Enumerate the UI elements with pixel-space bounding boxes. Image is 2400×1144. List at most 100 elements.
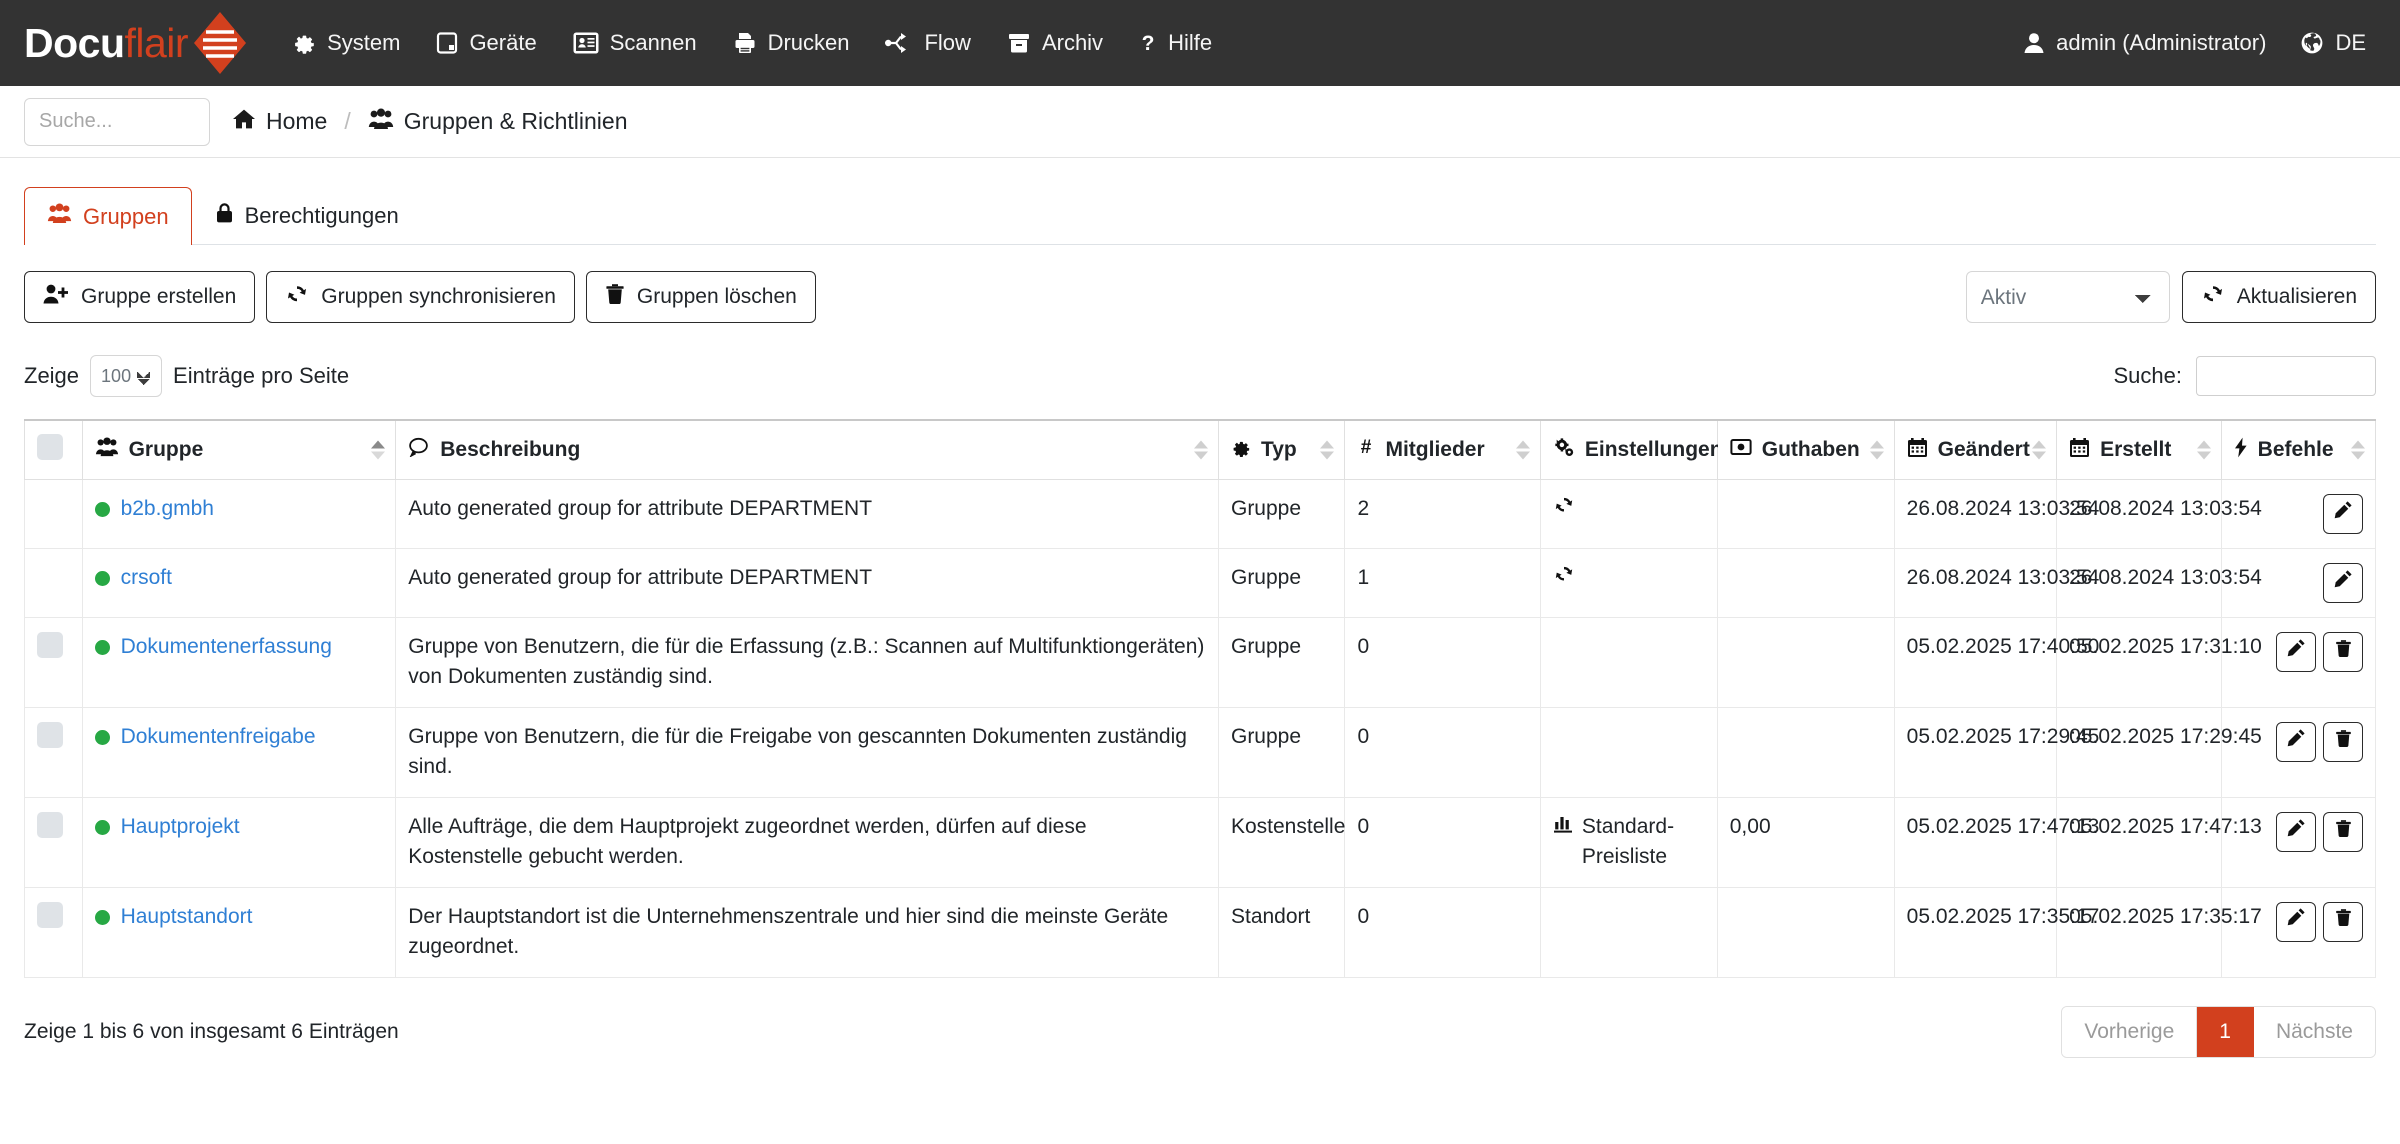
group-link[interactable]: Dokumentenerfassung [121, 635, 332, 658]
edit-row-button[interactable] [2276, 722, 2316, 762]
tab-gruppen[interactable]: Gruppen [24, 187, 192, 245]
edit-row-button[interactable] [2276, 902, 2316, 942]
row-select-cell[interactable] [25, 797, 83, 887]
page-length-select[interactable]: 100 [90, 355, 162, 397]
nav-item-geraete[interactable]: Geräte [436, 30, 536, 56]
row-checkbox[interactable] [37, 812, 63, 838]
globe-icon [2300, 31, 2324, 55]
delete-row-button[interactable] [2323, 812, 2363, 852]
breadcrumb-home[interactable]: Home [232, 108, 327, 136]
status-dot-active [95, 502, 110, 517]
row-checkbox[interactable] [37, 632, 63, 658]
edit-row-button[interactable] [2276, 812, 2316, 852]
group-link[interactable]: crsoft [121, 566, 172, 589]
status-dot-active [95, 910, 110, 925]
nav-item-hilfe[interactable]: ? Hilfe [1139, 30, 1212, 56]
column-gruppe[interactable]: Gruppe [82, 420, 396, 480]
row-select-cell[interactable] [25, 707, 83, 797]
table-filter: Suche: [2114, 356, 2377, 396]
sort-indicator[interactable] [1320, 441, 1334, 460]
group-link[interactable]: Hauptprojekt [121, 815, 240, 838]
delete-groups-button[interactable]: Gruppen löschen [586, 271, 816, 323]
column-geaendert[interactable]: Geändert [1894, 420, 2056, 480]
delete-row-button[interactable] [2323, 632, 2363, 672]
filter-label: Suche: [2114, 363, 2183, 389]
table-row: DokumentenfreigabeGruppe von Benutzern, … [25, 707, 2376, 797]
user-plus-icon [43, 283, 69, 311]
brand-logo[interactable]: Docuflair [24, 10, 248, 76]
row-commands-cell [2221, 797, 2375, 887]
table-filter-input[interactable] [2196, 356, 2376, 396]
sort-indicator[interactable] [2032, 441, 2046, 460]
row-balance-cell [1717, 887, 1894, 977]
row-members-cell: 2 [1345, 480, 1540, 549]
length-prefix-label: Zeige [24, 363, 79, 389]
column-mitglieder[interactable]: # Mitglieder [1345, 420, 1540, 480]
row-checkbox[interactable] [37, 722, 63, 748]
breadcrumb-current[interactable]: Gruppen & Richtlinien [368, 108, 628, 136]
create-group-button[interactable]: Gruppe erstellen [24, 271, 255, 323]
row-select-cell[interactable] [25, 887, 83, 977]
pagination-next[interactable]: Nächste [2254, 1007, 2375, 1057]
sort-indicator[interactable] [1516, 441, 1530, 460]
row-created-cell: 26.08.2024 13:03:54 [2057, 480, 2222, 549]
nav-item-flow[interactable]: Flow [885, 30, 970, 56]
pagination-prev[interactable]: Vorherige [2062, 1007, 2197, 1057]
trash-icon [605, 283, 625, 311]
sync-groups-button[interactable]: Gruppen synchronisieren [266, 271, 575, 323]
nav-item-scannen[interactable]: Scannen [573, 30, 697, 56]
row-members-cell: 0 [1345, 797, 1540, 887]
pagination-page-1[interactable]: 1 [2197, 1007, 2254, 1057]
group-link[interactable]: Hauptstandort [121, 905, 253, 928]
nav-item-drucken[interactable]: Drucken [733, 30, 850, 56]
sort-indicator[interactable] [1194, 441, 1208, 460]
length-suffix-label: Einträge pro Seite [173, 363, 349, 389]
delete-row-button[interactable] [2323, 722, 2363, 762]
group-link[interactable]: b2b.gmbh [121, 497, 214, 520]
row-type-cell: Gruppe [1218, 549, 1344, 618]
row-modified-cell: 26.08.2024 13:03:54 [1894, 549, 2056, 618]
sync-groups-label: Gruppen synchronisieren [321, 285, 556, 309]
status-filter-select[interactable]: Aktiv [1966, 271, 2170, 323]
search-input[interactable] [24, 98, 210, 146]
svg-text:?: ? [1142, 32, 1155, 55]
delete-row-button[interactable] [2323, 902, 2363, 942]
language-selector[interactable]: DE [2300, 30, 2366, 56]
breadcrumb-bar: Home / Gruppen & Richtlinien [0, 86, 2400, 158]
sort-indicator[interactable] [2351, 441, 2365, 460]
sort-indicator[interactable] [2197, 441, 2211, 460]
row-settings-cell: Standard-Preisliste [1540, 797, 1717, 887]
group-link[interactable]: Dokumentenfreigabe [121, 725, 316, 748]
row-commands-cell [2221, 707, 2375, 797]
user-label: admin (Administrator) [2056, 30, 2266, 56]
column-beschreibung[interactable]: Beschreibung [396, 420, 1219, 480]
column-befehle[interactable]: Befehle [2221, 420, 2375, 480]
comment-icon [408, 437, 430, 463]
row-select-cell[interactable] [25, 618, 83, 708]
brand-name-primary: Docu [24, 20, 125, 67]
select-all-header[interactable] [25, 420, 83, 480]
column-typ[interactable]: Typ [1218, 420, 1344, 480]
column-einstellungen[interactable]: Einstellungen [1540, 420, 1717, 480]
edit-row-button[interactable] [2276, 632, 2316, 672]
user-menu[interactable]: admin (Administrator) [2023, 30, 2266, 56]
select-all-checkbox[interactable] [37, 434, 63, 460]
row-checkbox[interactable] [37, 902, 63, 928]
refresh-button[interactable]: Aktualisieren [2182, 271, 2376, 323]
nav-item-system[interactable]: System [292, 30, 400, 56]
row-settings-cell [1540, 707, 1717, 797]
nav-item-archiv[interactable]: Archiv [1007, 30, 1103, 56]
sync-icon [285, 283, 309, 311]
edit-row-button[interactable] [2323, 494, 2363, 534]
row-balance-cell [1717, 618, 1894, 708]
column-erstellt[interactable]: Erstellt [2057, 420, 2222, 480]
edit-row-button[interactable] [2323, 563, 2363, 603]
table-header: Gruppe Beschreibung [25, 420, 2376, 480]
tab-berechtigungen[interactable]: Berechtigungen [192, 186, 422, 245]
create-group-label: Gruppe erstellen [81, 285, 236, 309]
sort-indicator[interactable] [1870, 441, 1884, 460]
sort-indicator[interactable] [371, 441, 385, 460]
language-label: DE [2335, 30, 2366, 56]
column-guthaben[interactable]: Guthaben [1717, 420, 1894, 480]
row-settings-cell [1540, 618, 1717, 708]
